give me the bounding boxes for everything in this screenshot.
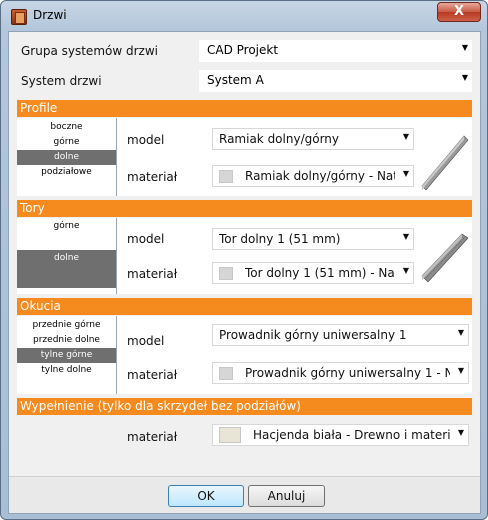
hardware-model-value: Prowadnik górny uniwersalny 1 <box>219 328 407 342</box>
track-model-value: Tor dolny 1 (51 mm) <box>219 232 341 246</box>
fill-material-label: materiał <box>127 430 178 444</box>
door-system-group-value: CAD Projekt <box>207 43 279 57</box>
chevron-down-icon: ▼ <box>461 73 468 82</box>
hardware-model-select[interactable]: Prowadnik górny uniwersalny 1 ▼ <box>212 324 469 346</box>
hardware-section: przednie górne przednie dolne tylne górn… <box>17 316 472 394</box>
material-swatch <box>219 170 233 183</box>
profile-type-list[interactable]: boczne górne dolne podziałowe <box>17 118 117 196</box>
list-item[interactable]: przednie górne <box>17 318 116 333</box>
hardware-model-label: model <box>127 334 165 348</box>
list-item-selected[interactable]: dolne <box>17 150 116 165</box>
track-material-label: materiał <box>127 267 178 281</box>
profile-section: boczne górne dolne podziałowe model Rami… <box>17 118 472 196</box>
list-item[interactable]: tylne dolne <box>17 363 116 378</box>
tracks-section: górne dolne model Tor dolny 1 (51 mm) ▼ … <box>17 218 472 294</box>
list-item[interactable]: górne <box>17 135 116 150</box>
profile-section-header: Profile <box>17 100 472 117</box>
material-swatch <box>219 367 233 380</box>
cancel-button[interactable]: Anuluj <box>248 485 325 507</box>
fill-section-header: Wypełnienie (tylko dla skrzydeł bez podz… <box>17 398 472 415</box>
hardware-material-select[interactable]: Prowadnik górny uniwersalny 1 - Natural … <box>212 362 469 384</box>
profile-preview-image <box>421 135 469 190</box>
fill-section: materiał Hacjenda biała - Drewno i mater… <box>17 416 472 456</box>
hardware-material-label: materiał <box>127 368 178 382</box>
chevron-down-icon: ▼ <box>457 366 464 375</box>
hardware-type-list[interactable]: przednie górne przednie dolne tylne górn… <box>17 316 117 394</box>
list-item-selected[interactable]: tylne górne <box>17 348 116 363</box>
material-swatch <box>219 427 241 443</box>
door-system-label: System drzwi <box>21 74 102 88</box>
hardware-material-value: Prowadnik górny uniwersalny 1 - Natural <box>245 366 450 380</box>
chevron-down-icon: ▼ <box>457 428 464 437</box>
close-button[interactable]: X <box>437 2 481 22</box>
list-item-selected[interactable]: dolne <box>17 250 116 288</box>
door-system-row: System drzwi System A ▼ <box>17 68 472 94</box>
chevron-down-icon: ▼ <box>457 328 464 337</box>
list-item[interactable]: podziałowe <box>17 165 116 180</box>
door-system-value: System A <box>207 73 264 87</box>
list-item[interactable]: przednie dolne <box>17 333 116 348</box>
dialog-window: Drzwi X Grupa systemów drzwi CAD Projekt… <box>0 0 488 520</box>
tracks-section-header: Tory <box>17 200 472 217</box>
track-material-value: Tor dolny 1 (51 mm) - Natur <box>245 266 395 280</box>
profile-material-value: Ramiak dolny/górny - Natu <box>245 169 395 183</box>
chevron-down-icon: ▼ <box>402 169 409 178</box>
fill-material-select[interactable]: Hacjenda biała - Drewno i materiały dre … <box>212 424 469 446</box>
door-system-group-select[interactable]: CAD Projekt ▼ <box>199 40 472 62</box>
fill-material-value: Hacjenda biała - Drewno i materiały dre <box>253 428 450 442</box>
track-type-list[interactable]: górne dolne <box>17 218 117 294</box>
hardware-section-header: Okucia <box>17 298 472 315</box>
door-system-select[interactable]: System A ▼ <box>199 70 472 92</box>
profile-material-select[interactable]: Ramiak dolny/górny - Natu ▼ <box>212 165 414 187</box>
dialog-footer: OK Anuluj <box>9 476 480 513</box>
list-item[interactable]: boczne <box>17 120 116 135</box>
door-system-group-row: Grupa systemów drzwi CAD Projekt ▼ <box>17 38 472 64</box>
dialog-content: Grupa systemów drzwi CAD Projekt ▼ Syste… <box>8 31 481 514</box>
door-system-group-label: Grupa systemów drzwi <box>21 44 158 58</box>
profile-model-select[interactable]: Ramiak dolny/górny ▼ <box>212 128 414 150</box>
profile-material-label: materiał <box>127 170 178 184</box>
title-bar[interactable]: Drzwi X <box>1 1 487 31</box>
door-app-icon <box>11 9 27 25</box>
ok-button[interactable]: OK <box>168 485 244 507</box>
chevron-down-icon: ▼ <box>461 43 468 52</box>
track-model-label: model <box>127 232 165 246</box>
chevron-down-icon: ▼ <box>402 266 409 275</box>
material-swatch <box>219 267 233 280</box>
list-item[interactable]: górne <box>17 218 116 250</box>
chevron-down-icon: ▼ <box>402 132 409 141</box>
chevron-down-icon: ▼ <box>402 232 409 241</box>
profile-model-label: model <box>127 133 165 147</box>
track-material-select[interactable]: Tor dolny 1 (51 mm) - Natur ▼ <box>212 262 414 284</box>
profile-model-value: Ramiak dolny/górny <box>219 132 339 146</box>
track-preview-image <box>421 233 469 283</box>
window-title: Drzwi <box>33 8 67 22</box>
track-model-select[interactable]: Tor dolny 1 (51 mm) ▼ <box>212 228 414 250</box>
